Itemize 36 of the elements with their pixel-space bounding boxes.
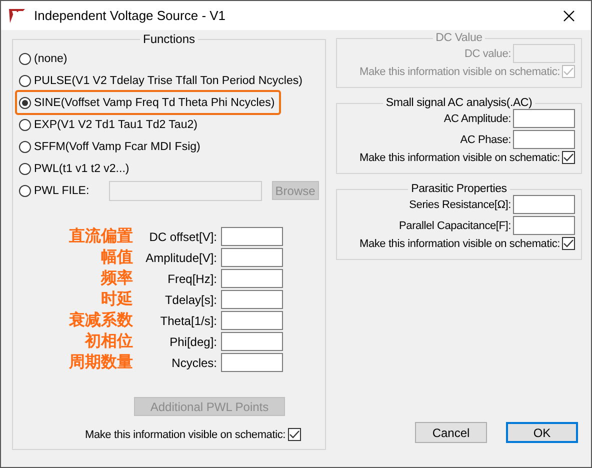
annotation-label: 幅值 (100, 248, 133, 267)
radio-option[interactable]: PWL(t1 v1 t2 v2...) (15, 156, 136, 181)
radio-option[interactable]: PULSE(V1 V2 Tdelay Trise Tfall Ton Period Ncycles) (15, 68, 308, 93)
group-title: Functions (142, 32, 196, 46)
dialog-button[interactable]: OK (506, 422, 578, 443)
field-label: Tdelay[s]: (164, 292, 217, 306)
group-title: DC Value (434, 32, 484, 44)
radio-option[interactable]: (none) (15, 46, 74, 71)
annotation-label: 衰减系数 (68, 311, 133, 330)
checkbox-label: Make this information visible on schematic: (360, 66, 560, 78)
field-label: Series Resistance[Ω]: (409, 198, 511, 210)
window-title: Independent Voltage Source - V1 (34, 8, 227, 23)
field-label: Ncycles: (170, 356, 217, 370)
annotation-label: 周期数量 (68, 353, 133, 372)
annotation-label: 直流偏置 (68, 227, 133, 246)
field-label: Theta[1/s]: (159, 314, 217, 328)
annotation-label: 频率 (100, 269, 133, 288)
field-label: Amplitude[V]: (144, 250, 217, 264)
checkbox-label: Make this information visible on schematic: (85, 428, 286, 440)
field-label: Freq[Hz]: (166, 272, 217, 286)
field-label: DC offset[V]: (148, 230, 217, 244)
annotation-label: 初相位 (84, 332, 133, 351)
radio-option[interactable]: SFFM(Voff Vamp Fcar MDI Fsig) (15, 134, 206, 159)
field-label: AC Phase: (460, 134, 511, 146)
checkbox-label: Make this information visible on schematic: (360, 238, 560, 250)
field-label: DC value: (464, 48, 511, 60)
annotation-label: 时延 (100, 290, 133, 309)
group-title: Small signal AC analysis(.AC) (384, 97, 534, 109)
group-title: Parasitic Properties (410, 183, 508, 195)
radio-option[interactable]: SINE(Voffset Vamp Freq Td Theta Phi Ncycles) (15, 90, 281, 115)
radio-option[interactable]: EXP(V1 V2 Td1 Tau1 Td2 Tau2) (15, 112, 204, 137)
checkbox-label: Make this information visible on schematic: (360, 152, 560, 164)
field-label: Phi[deg]: (168, 334, 217, 348)
field-label: Parallel Capacitance[F]: (399, 220, 511, 232)
dialog-button[interactable]: Cancel (415, 422, 487, 443)
field-label: AC Amplitude: (444, 112, 511, 124)
